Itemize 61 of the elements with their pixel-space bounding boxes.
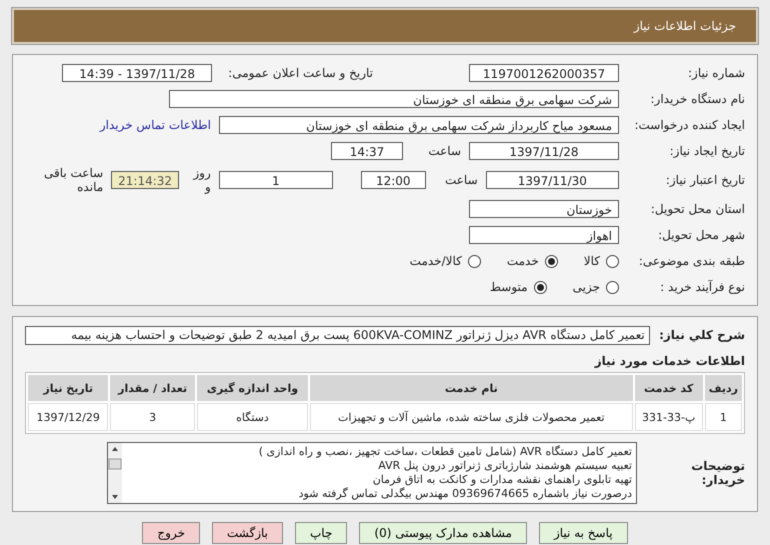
time-field: 12:00 [360,171,426,189]
radio-button[interactable] [534,280,547,294]
radio-label: کالا [584,254,600,268]
date-field: 1397/11/28 [469,142,619,160]
radio-label: خدمت [506,254,539,268]
scrollbar[interactable] [108,443,122,503]
radio-button[interactable] [468,254,481,268]
table-cell: دستگاه [196,403,308,431]
column-header: نام خدمت [310,375,632,401]
days-field: 1 [218,171,333,189]
radio-button[interactable] [606,254,619,268]
table-cell: 3 [110,403,195,431]
field-label: ساعت باقی مانده [42,166,104,194]
buyer-notes-field: تعمیر کامل دستگاه AVR (شامل تامین قطعات ،ساخت تجهیز ،نصب و راه اندازی ) تعبیه سیستم هوشمند شارژباتری ژنراتور درون پنل AVR تهیه تابلوی راهنمای نقشه مدارات و کانکت به اتاق فرمان درصورت نیاز باشماره 09369674665 مهندس بیگدلی تماس گرفته شود [107,442,637,504]
province-field: خوزستان [469,200,619,218]
field-label: تاریخ ایجاد نیاز: [668,144,745,158]
radio-label: کالا/خدمت [410,254,462,268]
action-button[interactable]: چاپ [295,522,348,544]
action-button[interactable]: بازگشت [212,522,283,544]
table-cell: 1 [704,403,742,431]
field-label: ساعت [444,173,478,187]
table-cell: پ-33-331 [634,403,703,431]
date-field: 1397/11/30 [486,171,619,189]
requester-field: مسعود میاح کاربرداز شرکت سهامی برق منطقه ای خوزستان [219,116,619,134]
field-label: طبقه بندی موضوعی: [638,254,745,268]
city-field: اهواز [469,226,619,244]
buyer-field: شرکت سهامی برق منطقه ای خوزستان [169,90,619,108]
action-button[interactable]: پاسخ به نیاز [538,522,628,544]
section-title: اطلاعات خدمات مورد نیاز [593,354,745,368]
column-header: ردیف [704,375,742,401]
column-header: واحد اندازه گیری [196,375,308,401]
field-label: استان محل تحویل: [650,202,745,216]
radio-button[interactable] [606,280,619,294]
field-label: ایجاد کننده درخواست: [633,118,745,132]
announce-date-field: 1397/11/28 - 14:39 [62,64,212,82]
table-cell: 1397/12/29 [28,403,108,431]
remaining-time-field: 21:14:32 [111,171,180,189]
column-header: تعداد / مقدار [110,375,195,401]
buyer-contact-link[interactable]: اطلاعات تماس خریدار [100,118,211,132]
page-header: جزئیات اطلاعات نیاز [12,8,758,44]
radio-label: جزیی [572,280,600,294]
summary-field: تعمیر کامل دستگاه AVR دیزل ژنراتور 600KVA-COMINZ پست برق امیدیه 2 طبق توضیحات و احتساب هزینه بیمه [25,326,650,344]
field-label: تاریخ اعتبار نیاز: [664,173,745,187]
table-cell: تعمیر محصولات فلزی ساخته شده، ماشین آلات و تجهیزات [310,403,632,431]
action-button[interactable]: مشاهده مدارک پیوستی (0) [359,522,527,544]
field-label: روز و [192,166,211,194]
field-label: شماره نیاز: [687,66,745,80]
column-header: کد خدمت [634,375,703,401]
field-label: نام دستگاه خریدار: [650,92,745,106]
field-label: شهر محل تحویل: [657,228,745,242]
radio-label: متوسط [490,280,528,294]
field-label: نوع فرآیند خرید : [659,280,745,294]
field-label: تاریخ و ساعت اعلان عمومی: [228,66,373,80]
action-button[interactable]: خروج [142,522,200,544]
field-label: شرح کلي نیاز: [658,328,745,342]
field-label: توضیحات خریدار: [690,459,745,487]
time-field: 14:37 [331,142,403,160]
radio-button[interactable] [544,254,558,268]
column-header: تاریخ نیاز [28,375,108,401]
need-number-field: 1197001262000357 [469,64,619,82]
field-label: ساعت [427,144,461,158]
